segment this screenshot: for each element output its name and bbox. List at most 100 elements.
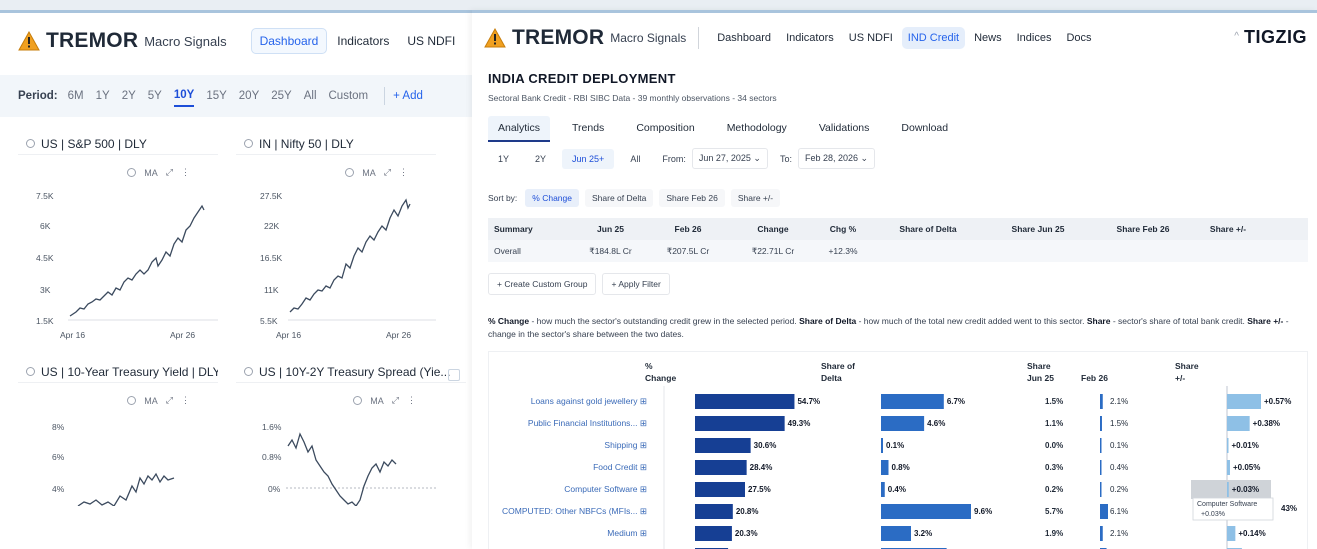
more-icon[interactable]: ⋮ bbox=[181, 395, 190, 406]
period-20y[interactable]: 20Y bbox=[239, 86, 259, 106]
share-pm-bar bbox=[1227, 394, 1261, 409]
chart-card-10y-yield[interactable]: US | 10-Year Treasury Yield | DLY MA ⤢ ⋮… bbox=[18, 361, 218, 549]
more-icon[interactable]: ⋮ bbox=[399, 167, 408, 178]
period-all[interactable]: All bbox=[304, 86, 317, 106]
sector-label[interactable]: Medium ⊞ bbox=[607, 528, 647, 538]
nav-ind-credit[interactable]: IND Credit bbox=[901, 27, 966, 49]
tab-methodology[interactable]: Methodology bbox=[717, 116, 797, 142]
nav-us-ndfi[interactable]: US NDFI bbox=[843, 27, 899, 49]
y-tick: 16.5K bbox=[260, 253, 283, 263]
sector-label[interactable]: Loans against gold jewellery ⊞ bbox=[531, 396, 647, 406]
apply-filter-button[interactable]: + Apply Filter bbox=[602, 273, 670, 295]
tab-composition[interactable]: Composition bbox=[626, 116, 704, 142]
sector-label[interactable]: Food Credit ⊞ bbox=[593, 462, 647, 472]
search-icon bbox=[26, 139, 35, 148]
grid-icon[interactable] bbox=[448, 369, 460, 381]
expand-icon[interactable]: ⤢ bbox=[166, 167, 173, 178]
share-delta-bar bbox=[881, 504, 971, 519]
ma-toggle[interactable]: MA bbox=[144, 396, 158, 406]
clock-icon[interactable] bbox=[127, 168, 137, 177]
sector-rows: Loans against gold jewellery ⊞ 54.7% 6.7% 1… bbox=[502, 394, 1297, 549]
nav-news[interactable]: News bbox=[968, 27, 1008, 49]
y-tick: 5.5K bbox=[260, 316, 278, 326]
chart-card-10y2y-spread[interactable]: US | 10Y-2Y Treasury Spread (Yie... MA ⤢… bbox=[236, 361, 466, 549]
sort-share-delta[interactable]: Share of Delta bbox=[585, 189, 654, 207]
y-tick: 1.6% bbox=[262, 422, 282, 432]
expand-icon[interactable]: ⤢ bbox=[384, 167, 391, 178]
range-jun25[interactable]: Jun 25+ bbox=[562, 148, 615, 169]
tab-download[interactable]: Download bbox=[891, 116, 958, 142]
ma-toggle[interactable]: MA bbox=[144, 168, 158, 178]
to-date-select[interactable]: Feb 28, 2026 ⌄ bbox=[797, 148, 876, 169]
logo[interactable]: TREMOR Macro Signals bbox=[484, 26, 686, 50]
summary-header: Summary bbox=[494, 224, 533, 234]
nav-dashboard[interactable]: Dashboard bbox=[250, 28, 328, 54]
def-term: Share of Delta bbox=[799, 316, 857, 326]
period-2y[interactable]: 2Y bbox=[122, 86, 136, 106]
nav-indices[interactable]: Indices bbox=[1011, 27, 1058, 49]
sector-label[interactable]: Computer Software ⊞ bbox=[564, 484, 647, 494]
clock-icon[interactable] bbox=[345, 168, 355, 177]
period-25y[interactable]: 25Y bbox=[271, 86, 291, 106]
y-tick: 0.8% bbox=[262, 452, 282, 462]
sort-label: Sort by: bbox=[488, 193, 518, 203]
nav-us-ndfi[interactable]: US NDFI bbox=[399, 29, 463, 53]
from-date-select[interactable]: Jun 27, 2025 ⌄ bbox=[691, 148, 768, 169]
sector-label[interactable]: Shipping ⊞ bbox=[604, 440, 647, 450]
collapse-caret-icon[interactable]: ^ bbox=[1234, 31, 1239, 42]
clock-icon[interactable] bbox=[127, 396, 137, 405]
def-text: - how much of the total new credit added… bbox=[856, 316, 1087, 326]
sp500-line-chart: 7.5K 6K 4.5K 3K 1.5K bbox=[36, 191, 218, 326]
create-custom-group-button[interactable]: + Create Custom Group bbox=[488, 273, 597, 295]
sort-pct-change[interactable]: % Change bbox=[525, 189, 579, 207]
clock-icon[interactable] bbox=[353, 396, 363, 405]
range-all[interactable]: All bbox=[620, 149, 650, 169]
expand-icon[interactable]: ⤢ bbox=[166, 395, 173, 406]
ma-toggle[interactable]: MA bbox=[362, 168, 376, 178]
tab-analytics[interactable]: Analytics bbox=[488, 116, 551, 142]
share-pm-label: +0.14% bbox=[1238, 529, 1265, 538]
nav-dashboard[interactable]: Dashboard bbox=[711, 27, 777, 49]
x-ticks: Apr 16 Apr 26 bbox=[60, 330, 195, 340]
more-icon[interactable]: ⋮ bbox=[407, 395, 416, 406]
y-tick: 6K bbox=[40, 221, 51, 231]
share-delta-bar bbox=[881, 482, 885, 497]
period-6m[interactable]: 6M bbox=[68, 86, 84, 106]
ma-toggle[interactable]: MA bbox=[370, 396, 384, 406]
logo[interactable]: TREMOR Macro Signals bbox=[18, 29, 227, 53]
ind-credit-window: TREMOR Macro Signals Dashboard Indicator… bbox=[472, 10, 1317, 549]
y-tick: 0% bbox=[268, 484, 281, 494]
pct-change-bar bbox=[695, 416, 785, 431]
chart-tools: MA ⤢ ⋮ bbox=[127, 395, 190, 406]
expand-icon[interactable]: ⤢ bbox=[392, 395, 399, 406]
sort-share-pm[interactable]: Share +/- bbox=[730, 189, 781, 207]
add-chart-button[interactable]: + Add bbox=[393, 90, 423, 102]
share-feb-bar bbox=[1100, 394, 1103, 409]
nav-ind-credit-truncated[interactable]: IN bbox=[465, 29, 472, 53]
sector-label[interactable]: COMPUTED: Other NBFCs (MFIs... ⊞ bbox=[502, 506, 647, 516]
sort-share-feb[interactable]: Share Feb 26 bbox=[659, 189, 725, 207]
tab-trends[interactable]: Trends bbox=[562, 116, 614, 142]
range-2y[interactable]: 2Y bbox=[525, 149, 556, 169]
pct-change-label: 20.3% bbox=[735, 529, 758, 538]
more-icon[interactable]: ⋮ bbox=[181, 167, 190, 178]
period-1y[interactable]: 1Y bbox=[96, 86, 110, 106]
nifty-line-chart: 27.5K 22K 16.5K 11K 5.5K bbox=[260, 191, 436, 326]
period-5y[interactable]: 5Y bbox=[148, 86, 162, 106]
nav-indicators[interactable]: Indicators bbox=[329, 29, 397, 53]
share-pm-label: +0.57% bbox=[1264, 397, 1291, 406]
period-custom[interactable]: Custom bbox=[329, 86, 369, 106]
nav-docs[interactable]: Docs bbox=[1060, 27, 1097, 49]
sector-label[interactable]: Public Financial Institutions... ⊞ bbox=[528, 418, 647, 428]
chart-card-sp500[interactable]: US | S&P 500 | DLY MA ⤢ ⋮ 7.5K 6K 4.5K 3… bbox=[18, 133, 218, 340]
brand-logo[interactable]: TIGZIG bbox=[1244, 27, 1307, 48]
range-1y[interactable]: 1Y bbox=[488, 149, 519, 169]
tab-validations[interactable]: Validations bbox=[809, 116, 880, 142]
chart-card-nifty50[interactable]: IN | Nifty 50 | DLY MA ⤢ ⋮ 27.5K 22K 16.… bbox=[236, 133, 436, 340]
x-tick: Apr 16 bbox=[60, 330, 85, 340]
period-divider bbox=[384, 87, 386, 105]
header-share: Share bbox=[1027, 361, 1051, 371]
period-10y[interactable]: 10Y bbox=[173, 85, 195, 107]
nav-indicators[interactable]: Indicators bbox=[780, 27, 840, 49]
period-15y[interactable]: 15Y bbox=[206, 86, 226, 106]
